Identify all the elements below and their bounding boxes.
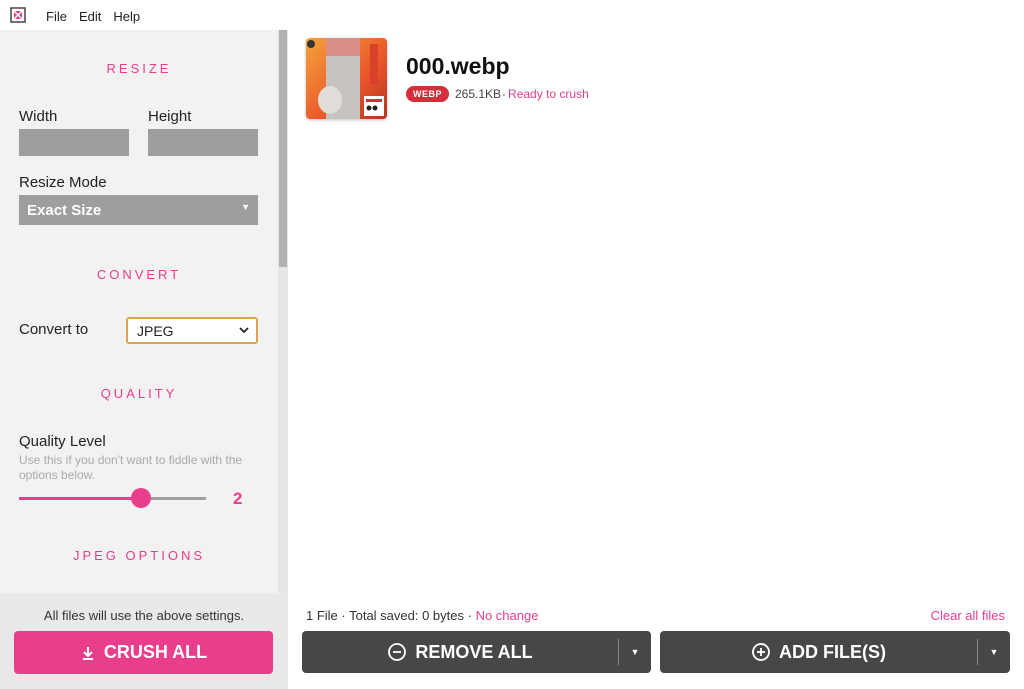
settings-scroll-area: RESIZE Width Height Resize Mode Exact Si… — [0, 30, 278, 593]
quality-slider-fill — [19, 497, 141, 500]
file-name: 000.webp — [406, 53, 510, 79]
summary-line: 1 File · Total saved: 0 bytes · No chang… — [306, 608, 1006, 623]
quality-hint: Use this if you don't want to fiddle wit… — [19, 453, 243, 482]
minus-circle-icon — [388, 643, 407, 661]
sidebar-footer: All files will use the above settings. C… — [0, 593, 288, 689]
resize-mode-value: Exact Size — [27, 202, 102, 219]
quality-section-title: QUALITY — [100, 386, 178, 401]
format-badge: WEBP — [406, 86, 449, 102]
convert-format-select[interactable]: JPEG — [126, 317, 258, 344]
file-size: 265.1KB — [455, 87, 502, 101]
file-status: Ready to crush — [508, 87, 589, 101]
caret-down-icon: ▼ — [630, 647, 640, 657]
menu-edit[interactable]: Edit — [79, 9, 101, 24]
crush-all-button[interactable]: CRUSH ALL — [14, 631, 273, 674]
add-files-button[interactable]: ADD FILE(S) ▼ — [660, 631, 1010, 673]
app-logo-icon — [10, 7, 26, 23]
resize-section-title: RESIZE — [106, 61, 172, 76]
quality-slider[interactable] — [19, 488, 206, 508]
add-files-dropdown[interactable]: ▼ — [978, 631, 1010, 673]
quality-level-label: Quality Level — [19, 433, 106, 450]
convert-section-title: CONVERT — [96, 267, 182, 282]
caret-down-icon: ▼ — [241, 202, 250, 212]
height-label: Height — [148, 108, 192, 125]
height-input[interactable] — [148, 129, 258, 156]
convert-format-value: JPEG — [137, 323, 174, 339]
add-files-main[interactable]: ADD FILE(S) — [660, 631, 977, 673]
settings-sidebar: RESIZE Width Height Resize Mode Exact Si… — [0, 30, 288, 689]
caret-down-icon: ▼ — [989, 647, 999, 657]
sidebar-scrollbar-thumb[interactable] — [279, 30, 287, 267]
crush-all-label: CRUSH ALL — [103, 642, 208, 662]
remove-all-dropdown[interactable]: ▼ — [619, 631, 651, 673]
width-label: Width — [19, 108, 58, 125]
thumbnail-image — [306, 38, 387, 119]
width-input[interactable] — [19, 129, 129, 156]
menu-help[interactable]: Help — [113, 9, 140, 24]
menu-file[interactable]: File — [46, 9, 67, 24]
resize-mode-label: Resize Mode — [19, 174, 107, 191]
add-files-label: ADD FILE(S) — [779, 641, 886, 662]
summary-change: No change — [475, 608, 539, 623]
remove-all-main[interactable]: REMOVE ALL — [302, 631, 618, 673]
menu-bar: File Edit Help — [46, 9, 140, 24]
sidebar-scrollbar[interactable] — [278, 30, 288, 593]
convert-to-label: Convert to — [19, 321, 89, 338]
settings-note: All files will use the above settings. — [43, 608, 245, 623]
resize-mode-select[interactable]: Exact Size ▼ — [19, 195, 258, 225]
chevron-down-icon — [239, 327, 249, 334]
file-list-panel: 000.webp WEBP 265.1KB · Ready to crush 1… — [288, 0, 1024, 689]
quality-value: 2 — [233, 489, 243, 508]
meta-separator: · — [502, 87, 507, 101]
file-meta: WEBP 265.1KB · Ready to crush — [406, 86, 589, 102]
file-thumbnail — [306, 38, 387, 119]
quality-slider-thumb[interactable] — [130, 488, 151, 508]
jpeg-options-section-title: JPEG OPTIONS — [72, 548, 206, 563]
clear-all-files-link[interactable]: Clear all files — [931, 608, 1005, 623]
download-icon — [82, 646, 93, 660]
summary-text: 1 File · Total saved: 0 bytes · — [306, 608, 472, 623]
remove-all-label: REMOVE ALL — [415, 641, 533, 662]
plus-circle-icon — [752, 643, 770, 661]
remove-all-button[interactable]: REMOVE ALL ▼ — [302, 631, 651, 673]
